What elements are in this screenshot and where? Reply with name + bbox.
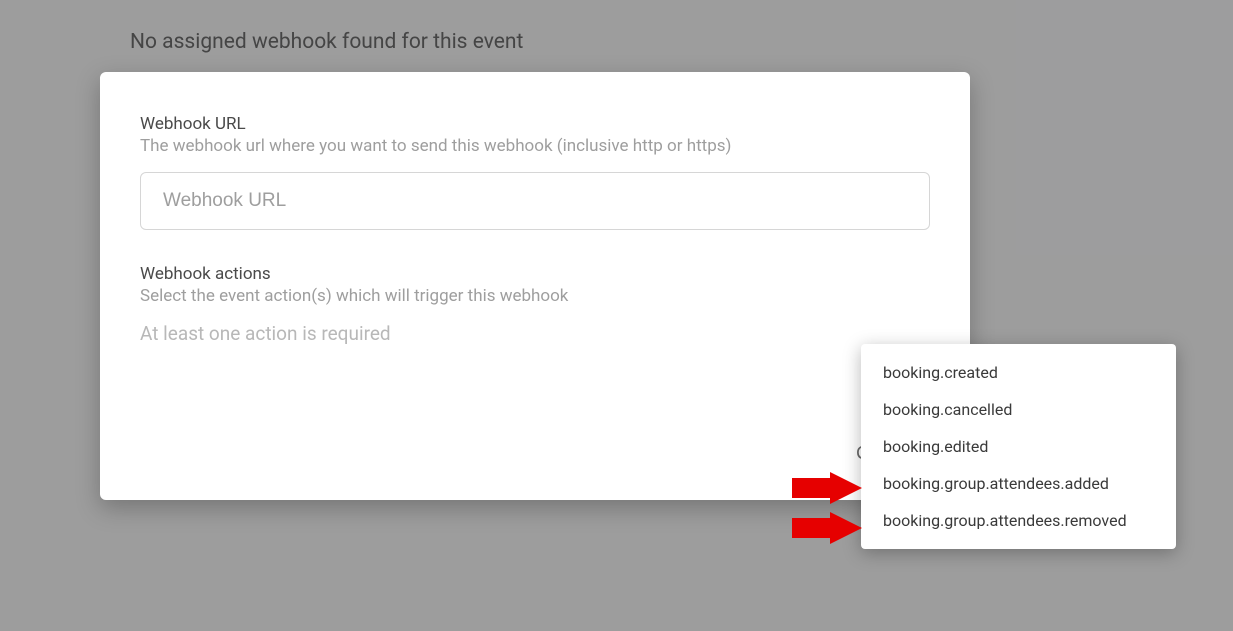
validation-message: At least one action is required — [140, 322, 930, 345]
modal-footer: Cancel — [140, 435, 930, 472]
dropdown-item-booking-group-attendees-added[interactable]: booking.group.attendees.added — [861, 465, 1176, 502]
webhook-actions-desc: Select the event action(s) which will tr… — [140, 286, 930, 306]
dropdown-item-booking-group-attendees-removed[interactable]: booking.group.attendees.removed — [861, 502, 1176, 539]
dropdown-item-booking-edited[interactable]: booking.edited — [861, 428, 1176, 465]
webhook-modal: Webhook URL The webhook url where you wa… — [100, 72, 970, 500]
webhook-url-label: Webhook URL — [140, 114, 930, 134]
webhook-url-input[interactable] — [140, 172, 930, 230]
actions-dropdown[interactable]: booking.created booking.cancelled bookin… — [861, 344, 1176, 549]
webhook-actions-label: Webhook actions — [140, 264, 930, 284]
webhook-url-desc: The webhook url where you want to send t… — [140, 136, 930, 156]
dropdown-item-booking-created[interactable]: booking.created — [861, 354, 1176, 391]
dropdown-item-booking-cancelled[interactable]: booking.cancelled — [861, 391, 1176, 428]
